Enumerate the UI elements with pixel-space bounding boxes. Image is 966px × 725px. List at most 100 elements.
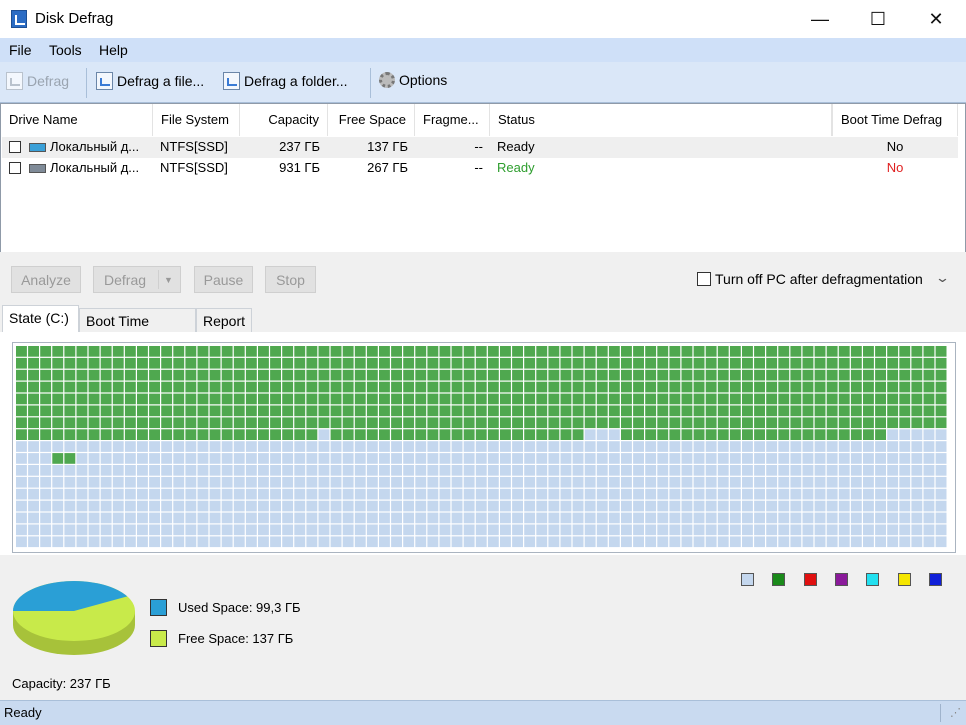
free-space-swatch [150, 630, 167, 647]
cluster-cell [693, 346, 705, 357]
cluster-cell [487, 346, 499, 357]
cluster-cell [475, 393, 487, 405]
cluster-cell [681, 346, 693, 357]
cluster-cell [754, 465, 765, 476]
tab-state[interactable]: State (C:) [2, 305, 79, 334]
cluster-cell [633, 536, 644, 548]
cluster-cell [88, 488, 100, 500]
minimize-button[interactable]: — [791, 0, 849, 38]
cluster-cell [137, 393, 148, 405]
column-header-fragmentation[interactable]: Fragme... [415, 104, 490, 136]
drive-checkbox[interactable] [9, 141, 21, 153]
cluster-cell [366, 476, 378, 488]
cluster-cell [391, 465, 402, 476]
cluster-cell [560, 405, 572, 417]
cluster-cell [705, 476, 717, 488]
cluster-cell [161, 536, 173, 548]
cluster-cell [826, 393, 838, 405]
cluster-cell [16, 476, 27, 488]
drive-row[interactable]: Локальный д... NTFS[SSD] 931 ГБ 267 ГБ -… [2, 158, 958, 179]
cluster-cell [306, 476, 318, 488]
turn-off-option[interactable]: Turn off PC after defragmentation [697, 271, 923, 287]
cluster-cell [330, 417, 342, 429]
cluster-cell [596, 476, 608, 488]
cluster-cell [693, 405, 705, 417]
turn-off-checkbox[interactable] [697, 272, 711, 286]
cluster-cell [778, 369, 790, 381]
cluster-cell [233, 441, 245, 452]
cluster-cell [487, 476, 499, 488]
resize-grip-icon[interactable]: ⋰ [950, 706, 961, 719]
drive-capacity: 931 ГБ [279, 160, 320, 175]
cluster-cell [330, 524, 342, 536]
cluster-cell [814, 429, 826, 440]
cluster-cell [137, 512, 148, 524]
cluster-cell [754, 536, 765, 548]
cluster-cell [802, 346, 814, 357]
dropdown-arrow-icon[interactable]: ▼ [164, 267, 173, 294]
cluster-cell [596, 346, 608, 357]
cluster-cell [366, 346, 378, 357]
defrag-button[interactable]: Defrag ▼ [93, 266, 181, 293]
maximize-button[interactable]: ☐ [849, 0, 907, 38]
cluster-cell [342, 417, 354, 429]
cluster-cell [536, 453, 548, 464]
cluster-cell [669, 381, 681, 393]
column-header-boot-time-defrag[interactable]: Boot Time Defrag [832, 104, 958, 136]
defrag-toolbar-button[interactable]: Defrag [6, 72, 69, 90]
defrag-folder-button[interactable]: Defrag a folder... [223, 72, 348, 90]
cluster-cell [814, 512, 826, 524]
cluster-cell [403, 488, 415, 500]
cluster-cell [669, 465, 681, 476]
menu-file[interactable]: File [9, 42, 32, 58]
cluster-cell [790, 476, 802, 488]
close-button[interactable]: ✕ [907, 0, 965, 38]
defrag-file-button[interactable]: Defrag a file... [96, 72, 204, 90]
cluster-cell [657, 429, 669, 440]
cluster-cell [935, 500, 947, 512]
pause-button[interactable]: Pause [194, 266, 253, 293]
cluster-cell [258, 465, 269, 476]
cluster-cell [112, 441, 124, 452]
analyze-button[interactable]: Analyze [11, 266, 81, 293]
cluster-cell [366, 536, 378, 548]
tab-boot-time-defrag[interactable]: Boot Time Defrag [79, 308, 196, 354]
cluster-cell [705, 465, 717, 476]
cluster-cell [887, 488, 899, 500]
cluster-cell [596, 405, 608, 417]
disk-info-panel: Used Space: 99,3 ГБ Free Space: 137 ГБ C… [0, 555, 966, 700]
cluster-cell [366, 500, 378, 512]
drive-checkbox[interactable] [9, 162, 21, 174]
cluster-cell [354, 524, 366, 536]
cluster-cell [802, 381, 814, 393]
column-header-status[interactable]: Status [490, 104, 832, 136]
chevron-down-icon[interactable]: ⌄ [935, 270, 950, 286]
menu-tools[interactable]: Tools [49, 42, 82, 58]
column-header-drive-name[interactable]: Drive Name [1, 104, 153, 136]
cluster-cell [863, 453, 874, 464]
cluster-cell [209, 405, 221, 417]
cluster-cell [185, 465, 197, 476]
cluster-cell [560, 429, 572, 440]
cluster-cell [560, 369, 572, 381]
cluster-cell [354, 488, 366, 500]
cluster-cell [149, 417, 160, 429]
cluster-cell [742, 512, 753, 524]
cluster-cell [197, 381, 209, 393]
menu-help[interactable]: Help [99, 42, 128, 58]
options-button[interactable]: Options [379, 72, 447, 88]
column-header-free-space[interactable]: Free Space [328, 104, 415, 136]
cluster-cell [729, 441, 741, 452]
tab-report[interactable]: Report [196, 308, 252, 333]
column-header-file-system[interactable]: File System [153, 104, 240, 136]
column-header-capacity[interactable]: Capacity [240, 104, 328, 136]
drive-row[interactable]: Локальный д... NTFS[SSD] 237 ГБ 137 ГБ -… [2, 137, 958, 158]
cluster-cell [790, 500, 802, 512]
cluster-cell [887, 393, 899, 405]
cluster-cell [173, 500, 185, 512]
cluster-cell [137, 465, 148, 476]
cluster-cell [379, 405, 390, 417]
cluster-cell [245, 369, 257, 381]
cluster-cell [742, 405, 753, 417]
stop-button[interactable]: Stop [265, 266, 316, 293]
